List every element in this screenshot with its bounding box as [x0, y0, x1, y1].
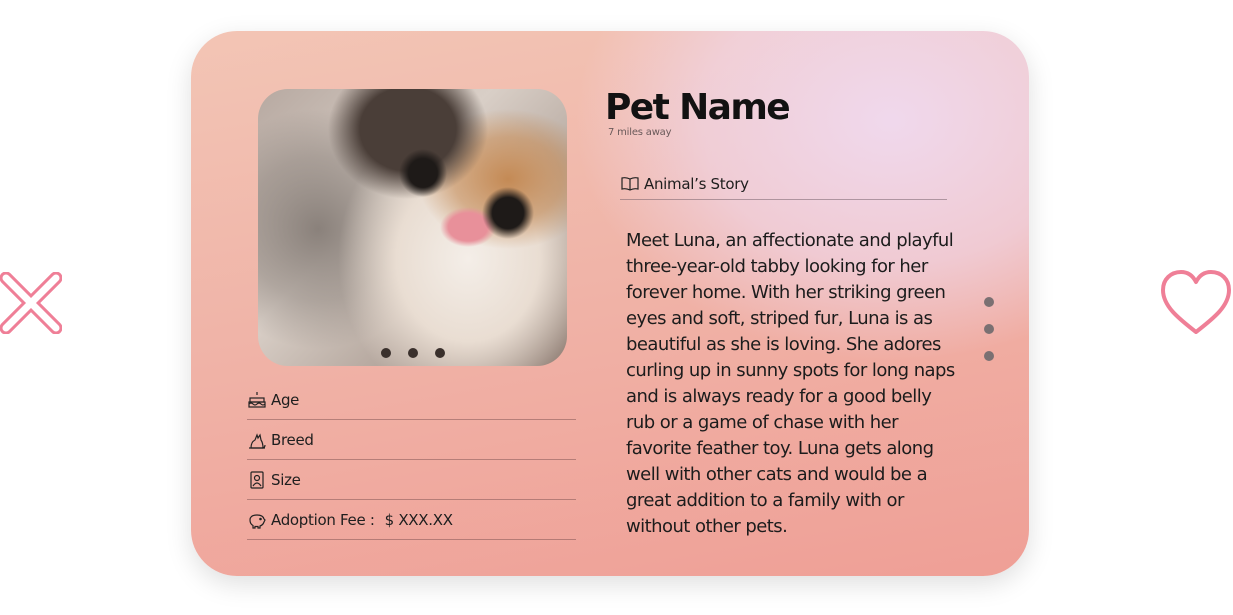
more-options-button[interactable] [980, 297, 998, 361]
more-dot-icon [984, 324, 994, 334]
piggy-bank-icon [249, 513, 266, 529]
story-header: Animal’s Story [620, 168, 947, 200]
breed-label: Breed [271, 430, 314, 449]
detail-row-size: Size [247, 460, 576, 500]
story-text: Meet Luna, an affectionate and playful t… [626, 230, 955, 537]
photo-dot-1[interactable] [380, 348, 391, 358]
age-label: Age [271, 390, 300, 409]
photo-pagination [258, 348, 567, 358]
more-dot-icon [984, 351, 994, 361]
detail-row-age: Age [247, 380, 576, 420]
photo-dot-3[interactable] [434, 348, 445, 358]
close-x-icon [0, 271, 63, 335]
heart-icon [1161, 270, 1231, 334]
fee-label: Adoption Fee : [271, 510, 375, 529]
cat-icon [249, 432, 266, 449]
pet-name: Pet Name [605, 87, 791, 128]
detail-row-breed: Breed [247, 420, 576, 460]
pet-details-list: Age Breed Size Adoption Fee : $ XXX.XX [247, 380, 576, 540]
reject-button[interactable] [0, 271, 63, 335]
pet-profile-card: Age Breed Size Adoption Fee : $ XXX.XX P… [191, 31, 1029, 576]
pet-distance: 7 miles away [608, 127, 672, 138]
photo-dot-2[interactable] [407, 348, 418, 358]
detail-row-fee: Adoption Fee : $ XXX.XX [247, 500, 576, 540]
cake-icon [248, 391, 266, 408]
scale-icon [250, 470, 264, 489]
open-book-icon [621, 176, 639, 191]
fee-value: $ XXX.XX [384, 510, 453, 529]
story-header-label: Animal’s Story [644, 174, 749, 193]
pet-adoption-screen: Age Breed Size Adoption Fee : $ XXX.XX P… [0, 0, 1233, 615]
size-label: Size [271, 470, 301, 489]
like-button[interactable] [1158, 268, 1233, 338]
more-dot-icon [984, 297, 994, 307]
pet-photo [258, 89, 567, 366]
